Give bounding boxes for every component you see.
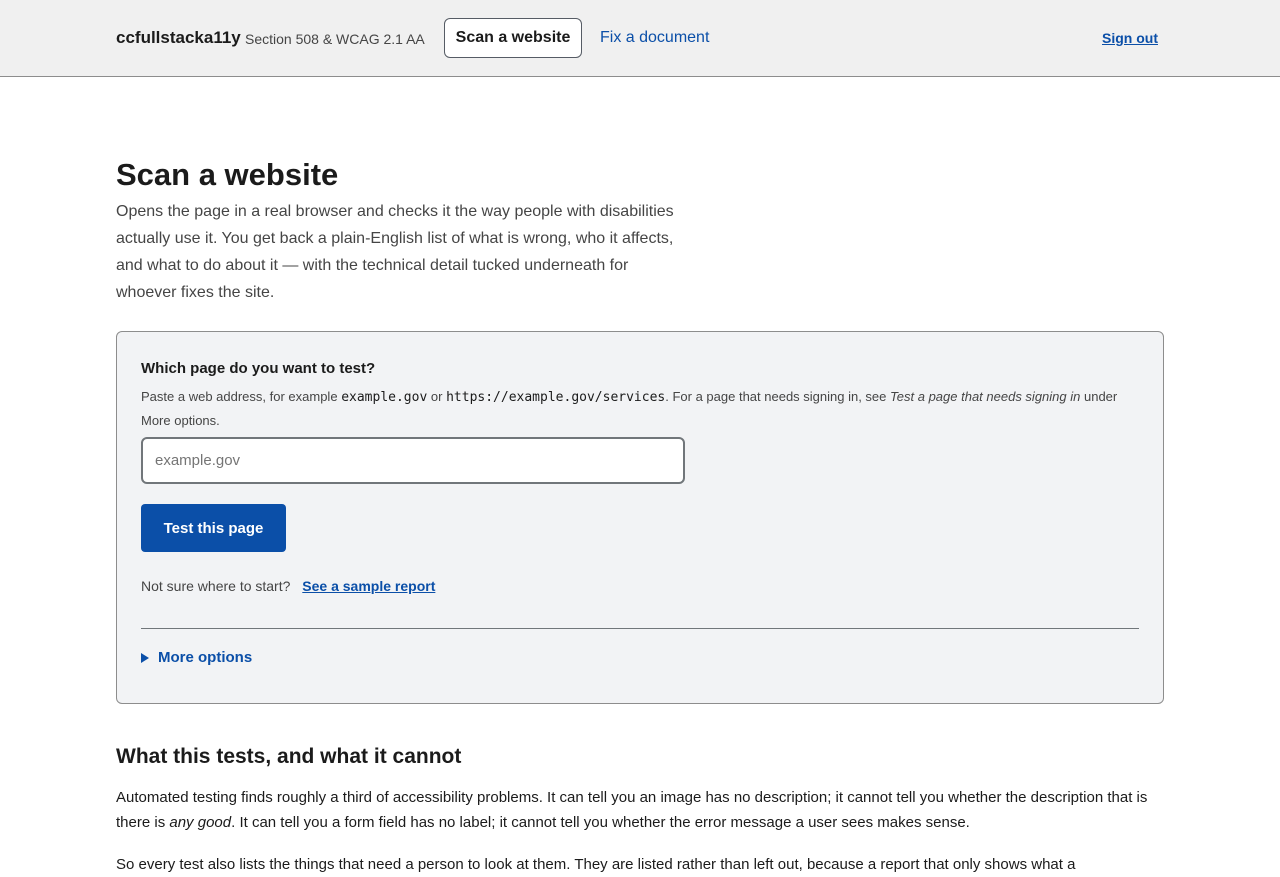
section-paragraph-1: Automated testing finds roughly a third … [116, 785, 1166, 835]
site-header: ccfullstacka11y Section 508 & WCAG 2.1 A… [0, 0, 1280, 77]
test-page-button[interactable]: Test this page [141, 504, 286, 552]
expand-triangle-icon [141, 652, 149, 663]
more-options-label: More options [158, 649, 253, 666]
hint-example-domain: example.gov [341, 390, 428, 405]
hint-prefix: Paste a web address, for example [141, 389, 338, 404]
para1-part-b: . It can tell you a form field has no la… [231, 814, 970, 831]
nav-scan-website[interactable]: Scan a website [444, 18, 582, 58]
nav-fix-document[interactable]: Fix a document [600, 29, 709, 47]
hint-example-url: https://example.gov/services [446, 390, 666, 405]
sign-out-link[interactable]: Sign out [1102, 30, 1158, 46]
site-brand[interactable]: ccfullstacka11y [116, 28, 241, 48]
sample-prompt: Not sure where to start? [141, 578, 291, 594]
para1-emphasis: any good [169, 814, 232, 831]
sample-report-line: Not sure where to start? See a sample re… [141, 578, 435, 594]
url-field-hint: Paste a web address, for example example… [141, 385, 1141, 432]
url-field-label: Which page do you want to test? [141, 360, 376, 377]
section-paragraph-2: So every test also lists the things that… [116, 856, 1076, 873]
url-input[interactable] [141, 437, 685, 484]
more-options-toggle[interactable]: More options [141, 649, 252, 666]
sample-report-link[interactable]: See a sample report [302, 578, 435, 594]
hint-signin-reference: Test a page that needs signing in [890, 389, 1081, 404]
section-title: What this tests, and what it cannot [116, 745, 462, 768]
hint-middle: . For a page that needs signing in, see [665, 389, 887, 404]
page-intro: Opens the page in a real browser and che… [116, 203, 674, 301]
card-divider [141, 628, 1139, 629]
hint-or: or [430, 389, 443, 404]
scan-form-card: Which page do you want to test? Paste a … [116, 331, 1164, 704]
page-title: Scan a website [116, 157, 339, 192]
site-subtitle: Section 508 & WCAG 2.1 AA [245, 31, 425, 47]
